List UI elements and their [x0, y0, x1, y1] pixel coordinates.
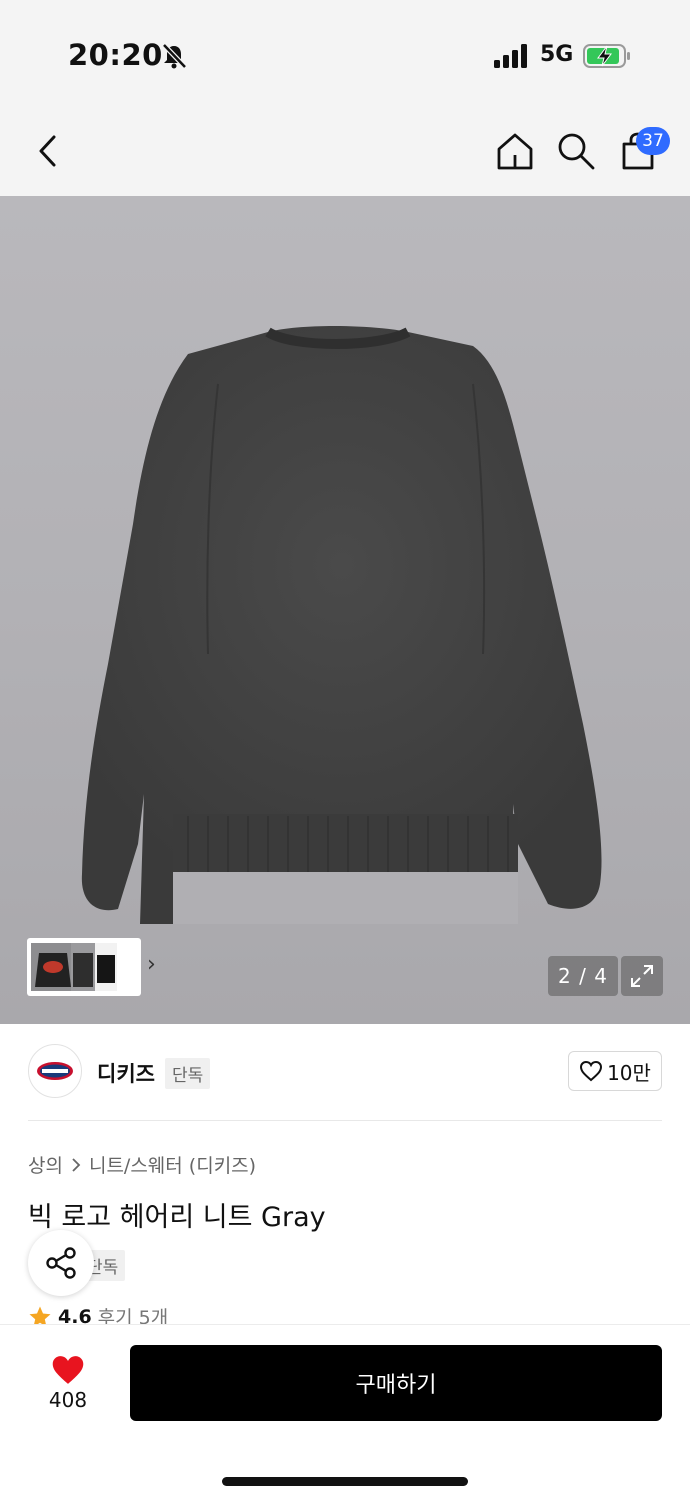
thumbnail-3[interactable]	[95, 943, 117, 991]
divider	[28, 1120, 662, 1121]
expand-button[interactable]	[621, 956, 663, 996]
cart-count-badge: 37	[636, 127, 670, 155]
brand-like-count: 10만	[607, 1060, 651, 1085]
share-button[interactable]	[28, 1230, 94, 1296]
sweater-image	[81, 326, 602, 924]
share-icon	[46, 1247, 76, 1279]
search-icon	[558, 133, 595, 170]
thumbnail-strip[interactable]: ›	[27, 938, 156, 996]
product-image-gallery[interactable]: › 2 / 4	[0, 196, 690, 1024]
back-button[interactable]	[24, 127, 72, 175]
heart-filled-icon	[52, 1356, 84, 1384]
breadcrumb: 상의 니트/스웨터 (디키즈)	[28, 1151, 256, 1178]
image-pager: 2 / 4	[548, 956, 618, 996]
back-icon	[39, 135, 56, 167]
thumbnail-1[interactable]	[31, 943, 75, 991]
battery-charging-icon	[583, 44, 630, 68]
top-nav-bar	[0, 105, 690, 196]
buy-button[interactable]: 구매하기	[130, 1345, 662, 1421]
status-bar: 20:20 5G	[0, 0, 690, 105]
signal-icon	[494, 44, 527, 68]
wishlist-count: 408	[48, 1388, 88, 1412]
home-icon	[497, 133, 533, 170]
breadcrumb-category[interactable]: 상의	[28, 1151, 63, 1178]
thumbnail-2-image	[71, 943, 95, 991]
dickies-logo-icon	[37, 1062, 73, 1080]
home-button[interactable]	[491, 127, 539, 175]
brand-logo[interactable]	[28, 1044, 82, 1098]
network-type: 5G	[540, 42, 574, 67]
bell-slash-icon	[162, 43, 187, 69]
product-title: 빅 로고 헤어리 니트 Gray	[28, 1202, 326, 1233]
search-button[interactable]	[552, 127, 600, 175]
chevron-right-icon	[72, 1157, 81, 1172]
expand-icon	[631, 965, 653, 987]
breadcrumb-subcategory[interactable]: 니트/스웨터 (디키즈)	[89, 1151, 256, 1178]
chevron-right-icon[interactable]: ›	[147, 952, 156, 977]
thumbnail-1-image	[31, 943, 75, 991]
heart-outline-icon	[580, 1060, 603, 1082]
thumbnail-2[interactable]	[71, 943, 95, 991]
brand-name[interactable]: 디키즈	[97, 1058, 155, 1088]
thumbnail-3-image	[95, 943, 117, 991]
brand-like-button[interactable]: 10만	[568, 1051, 662, 1091]
status-time: 20:20	[68, 38, 163, 72]
exclusive-tag: 단독	[165, 1058, 211, 1089]
home-indicator	[222, 1477, 468, 1486]
wishlist-button[interactable]: 408	[28, 1346, 108, 1420]
